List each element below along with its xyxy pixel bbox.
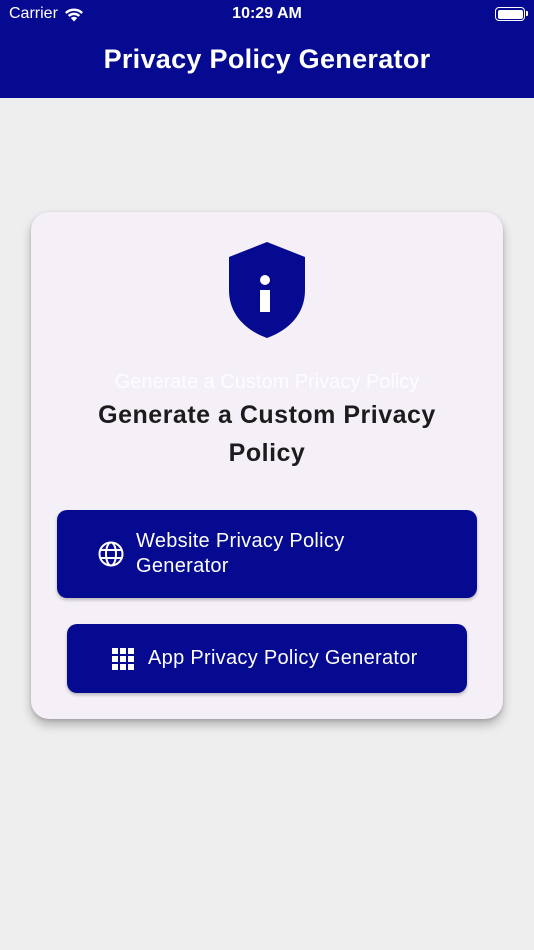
app-bar: Carrier 10:29 AM Privacy Policy Generato… [0, 0, 534, 98]
app-generator-label: App Privacy Policy Generator [148, 647, 418, 669]
card-heading: Generate a Custom Privacy Policy [98, 401, 436, 467]
globe-icon [98, 541, 124, 567]
battery-icon [495, 7, 528, 21]
website-generator-button[interactable]: Website Privacy Policy Generator [57, 510, 477, 598]
apps-grid-icon [112, 647, 134, 670]
status-bar: Carrier 10:29 AM [0, 0, 534, 28]
generator-card: Generate a Custom Privacy Policy Generat… [31, 212, 503, 719]
page-title: Privacy Policy Generator [103, 44, 431, 74]
ghost-heading: Generate a Custom Privacy Policy [114, 371, 420, 393]
app-generator-button[interactable]: App Privacy Policy Generator [67, 624, 467, 693]
website-generator-label: Website Privacy Policy Generator [136, 530, 345, 577]
status-time: 10:29 AM [232, 5, 302, 22]
shield-info-icon [229, 242, 305, 338]
